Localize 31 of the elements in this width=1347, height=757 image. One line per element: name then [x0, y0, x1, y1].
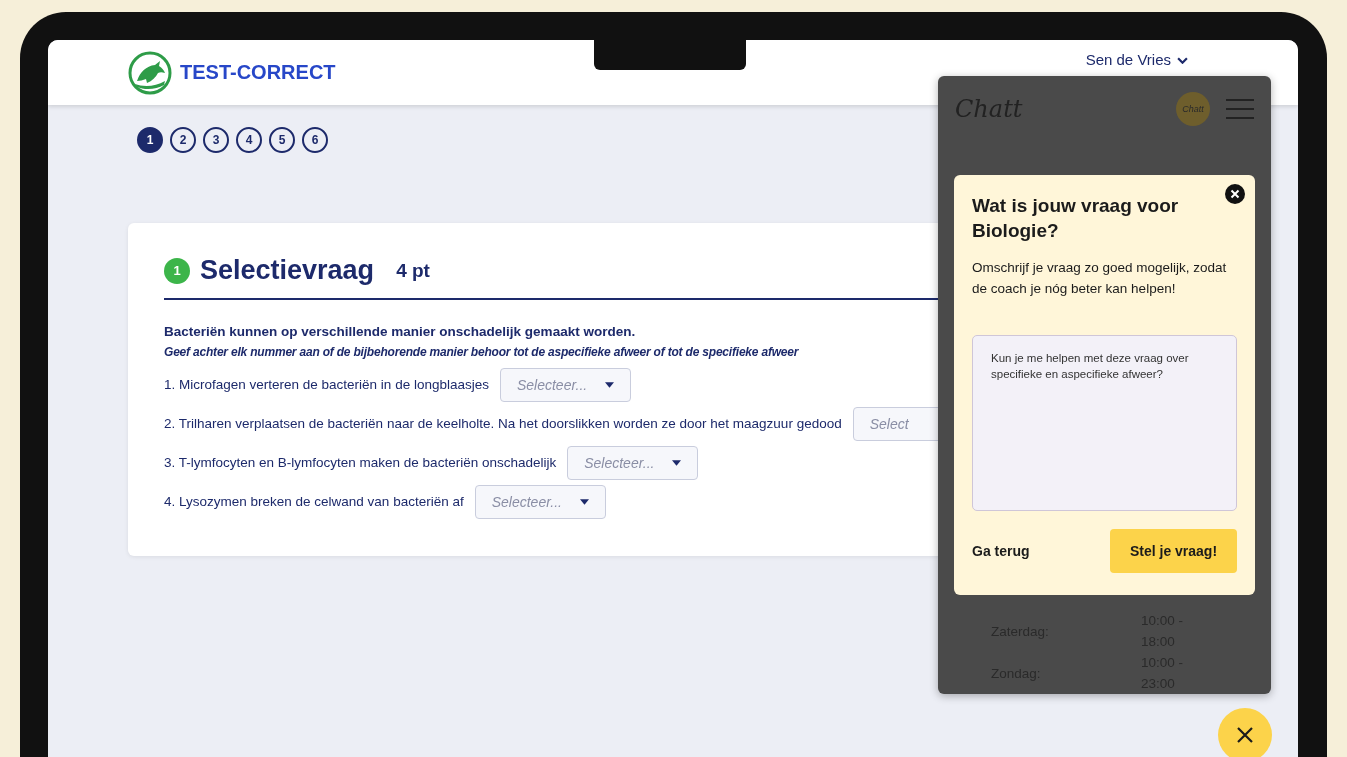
close-icon[interactable]: [1225, 184, 1245, 204]
user-menu[interactable]: Sen de Vries: [1085, 51, 1188, 69]
question-step[interactable]: 2: [170, 127, 196, 153]
question-step[interactable]: 1: [137, 127, 163, 153]
question-step[interactable]: 5: [269, 127, 295, 153]
dialog-description: Omschrijf je vraag zo goed mogelijk, zodat de coach je nóg beter kan helpen!: [972, 259, 1228, 298]
question-intro: Bacteriën kunnen op verschillende manier onschadelijk gemaakt worden.: [164, 324, 637, 339]
question-instruction: Geef achter elk nummer aan of de bijbehorende manier behoor tot de aspecifieke afweer of tot de specifieke afweer: [164, 345, 799, 359]
question-title: Selectievraag: [200, 255, 375, 286]
statement-text: 3. T-lymfocyten en B-lymfocyten maken de bacteriën onschadelijk: [164, 455, 557, 470]
brand-name: TEST-CORRECT: [180, 61, 336, 84]
chevron-down-icon: [1177, 56, 1188, 64]
question-step[interactable]: 4: [236, 127, 262, 153]
question-step[interactable]: 6: [302, 127, 328, 153]
statement-text: 4. Lysozymen breken de celwand van bacteriën af: [164, 494, 464, 509]
question-step[interactable]: 3: [203, 127, 229, 153]
caret-icon: [672, 459, 682, 466]
back-button[interactable]: Ga terug: [972, 543, 1030, 559]
close-icon: [1235, 725, 1255, 745]
close-chat-button[interactable]: [1218, 708, 1272, 757]
caret-icon: [579, 498, 589, 505]
question-points: 4 pt: [396, 259, 430, 282]
submit-button[interactable]: Stel je vraag!: [1110, 529, 1237, 573]
dialog-title: Wat is jouw vraag voor Biologie?: [972, 194, 1180, 243]
statement-text: 1. Microfagen verteren de bacteriën in de longblaasjes: [164, 377, 489, 392]
question-input[interactable]: Kun je me helpen met deze vraag over specifieke en aspecifieke afweer?: [972, 335, 1237, 511]
statement-text: 2. Trilharen verplaatsen de bacteriën naar de keelholte. Na het doorslikken worden ze door het maagzuur gedood: [164, 416, 842, 431]
question-number: 1: [164, 257, 190, 284]
coach-avatar: Chatt: [1176, 92, 1210, 126]
caret-icon: [604, 381, 614, 388]
dolphin-logo-icon: [128, 50, 172, 95]
